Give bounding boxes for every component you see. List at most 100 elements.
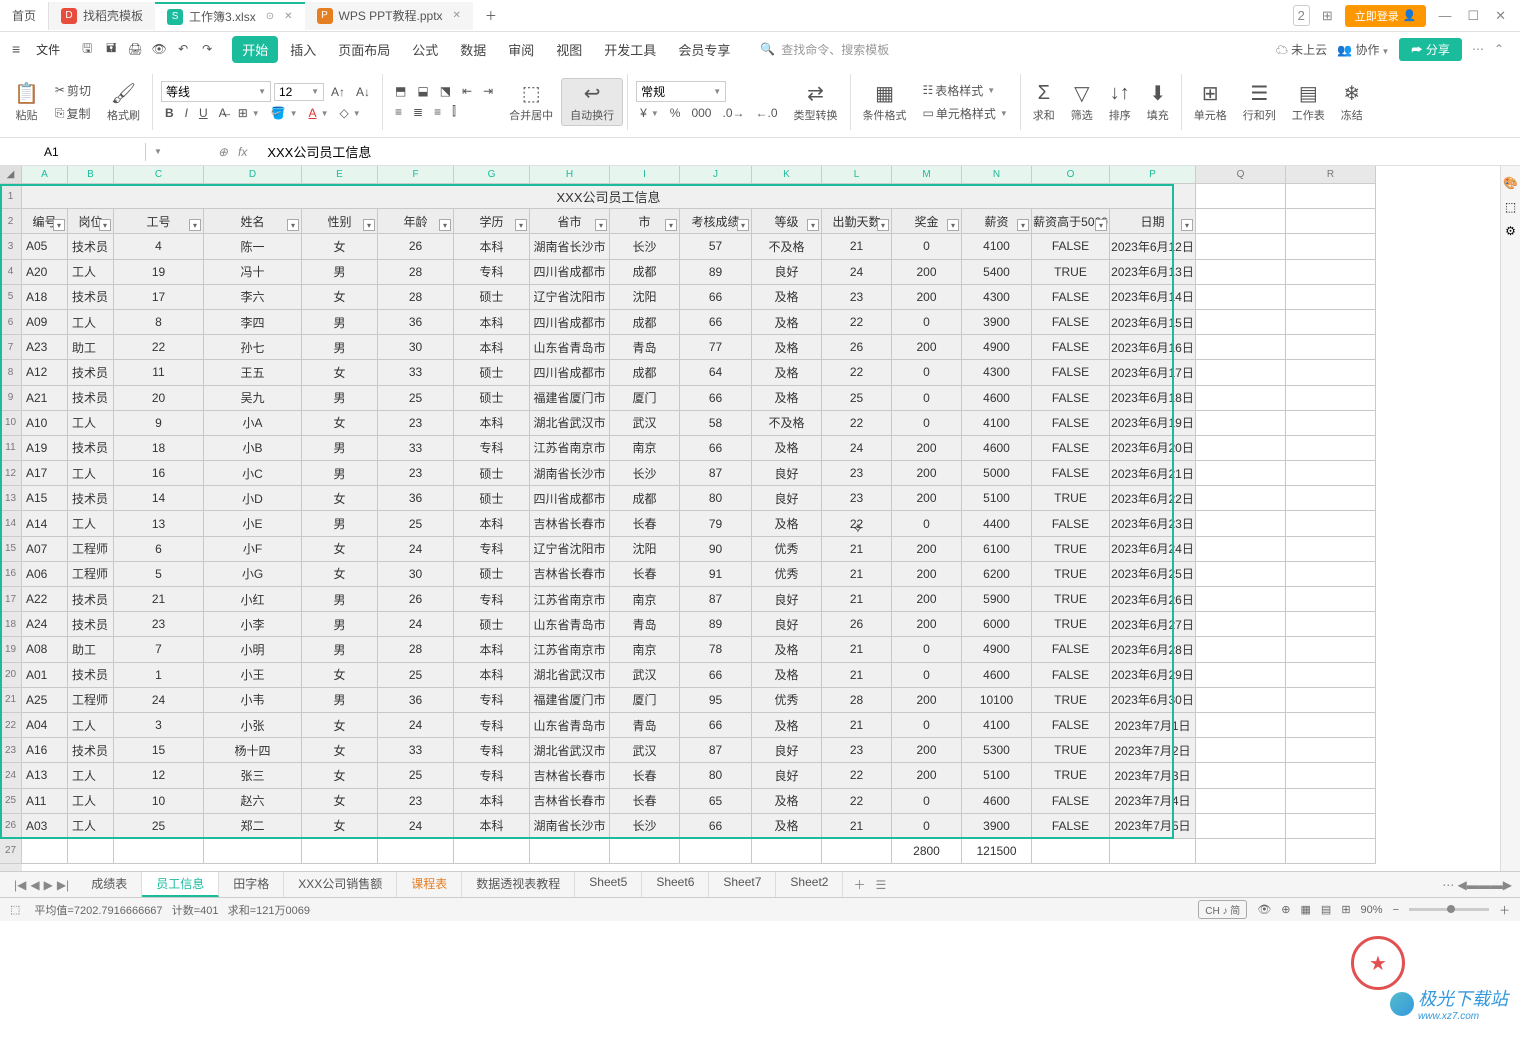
data-cell[interactable]: 专科 xyxy=(454,688,530,713)
data-cell[interactable]: 江苏省南京市 xyxy=(530,637,610,662)
data-cell[interactable]: 2023年6月23日 xyxy=(1110,511,1196,536)
header-cell[interactable]: 姓名▾ xyxy=(204,209,302,234)
maximize-icon[interactable]: ☐ xyxy=(1463,6,1483,26)
menu-tab-5[interactable]: 审阅 xyxy=(498,36,544,63)
data-cell[interactable]: 技术员 xyxy=(68,663,114,688)
empty-cell[interactable] xyxy=(1196,763,1286,788)
data-cell[interactable]: 工人 xyxy=(68,713,114,738)
data-cell[interactable]: 男 xyxy=(302,587,378,612)
close-window-icon[interactable]: ✕ xyxy=(1491,6,1510,26)
data-cell[interactable]: 小C xyxy=(204,461,302,486)
data-cell[interactable]: 男 xyxy=(302,436,378,461)
data-cell[interactable]: 89 xyxy=(680,612,752,637)
data-cell[interactable]: 87 xyxy=(680,461,752,486)
data-cell[interactable]: 30 xyxy=(378,335,454,360)
header-cell[interactable]: 市▾ xyxy=(610,209,680,234)
data-cell[interactable]: 25 xyxy=(114,814,204,839)
paste-button[interactable]: 📋粘贴 xyxy=(6,79,47,125)
data-cell[interactable]: 良好 xyxy=(752,738,822,763)
data-cell[interactable]: A05 xyxy=(22,234,68,259)
sheet-last-icon[interactable]: ▶| xyxy=(57,878,69,892)
data-cell[interactable]: A16 xyxy=(22,738,68,763)
col-header-Q[interactable]: Q xyxy=(1196,166,1286,184)
data-cell[interactable]: 6200 xyxy=(962,562,1032,587)
freeze-button[interactable]: ❄冻结 xyxy=(1333,79,1371,125)
preview-icon[interactable]: 👁 xyxy=(150,40,168,58)
data-cell[interactable]: 女 xyxy=(302,713,378,738)
data-cell[interactable]: TRUE xyxy=(1032,688,1110,713)
row-header-4[interactable]: 4 xyxy=(0,260,22,285)
data-cell[interactable]: 2023年6月15日 xyxy=(1110,310,1196,335)
data-cell[interactable]: 2023年6月20日 xyxy=(1110,436,1196,461)
data-cell[interactable]: 200 xyxy=(892,537,962,562)
tab-ppt[interactable]: P WPS PPT教程.pptx ✕ xyxy=(305,2,473,30)
data-cell[interactable]: 200 xyxy=(892,486,962,511)
data-cell[interactable]: 成都 xyxy=(610,310,680,335)
data-cell[interactable]: 200 xyxy=(892,587,962,612)
data-cell[interactable]: 及格 xyxy=(752,713,822,738)
row-header-22[interactable]: 22 xyxy=(0,713,22,738)
data-cell[interactable]: 95 xyxy=(680,688,752,713)
data-cell[interactable]: FALSE xyxy=(1032,335,1110,360)
data-cell[interactable]: 专科 xyxy=(454,436,530,461)
data-cell[interactable]: 2023年6月12日 xyxy=(1110,234,1196,259)
view-normal-icon[interactable]: ▦ xyxy=(1301,903,1311,916)
data-cell[interactable]: 87 xyxy=(680,587,752,612)
data-cell[interactable]: 工人 xyxy=(68,461,114,486)
underline-button[interactable]: U xyxy=(195,104,212,122)
data-cell[interactable]: 成都 xyxy=(610,260,680,285)
data-cell[interactable]: 江苏省南京市 xyxy=(530,587,610,612)
increase-decimal-icon[interactable]: .0→ xyxy=(718,104,748,122)
data-cell[interactable]: 10100 xyxy=(962,688,1032,713)
data-cell[interactable]: 湖南省长沙市 xyxy=(530,814,610,839)
data-cell[interactable]: 3900 xyxy=(962,814,1032,839)
data-cell[interactable]: 200 xyxy=(892,285,962,310)
data-cell[interactable]: 2023年6月13日 xyxy=(1110,260,1196,285)
data-cell[interactable]: 硕士 xyxy=(454,612,530,637)
col-header-G[interactable]: G xyxy=(454,166,530,184)
data-cell[interactable]: 张三 xyxy=(204,763,302,788)
empty-cell[interactable] xyxy=(1196,386,1286,411)
empty-cell[interactable] xyxy=(1286,285,1376,310)
data-cell[interactable]: FALSE xyxy=(1032,713,1110,738)
data-cell[interactable]: 64 xyxy=(680,360,752,385)
data-cell[interactable]: 23 xyxy=(822,486,892,511)
row-header-17[interactable]: 17 xyxy=(0,587,22,612)
empty-cell[interactable] xyxy=(1196,688,1286,713)
data-cell[interactable]: 湖南省长沙市 xyxy=(530,461,610,486)
row-header-12[interactable]: 12 xyxy=(0,461,22,486)
data-cell[interactable]: 28 xyxy=(378,637,454,662)
filter-arrow-icon[interactable]: ▾ xyxy=(99,219,111,231)
data-cell[interactable]: 4300 xyxy=(962,285,1032,310)
data-cell[interactable]: 硕士 xyxy=(454,486,530,511)
empty-cell[interactable] xyxy=(1196,310,1286,335)
data-cell[interactable]: 长春 xyxy=(610,763,680,788)
data-cell[interactable]: 技术员 xyxy=(68,486,114,511)
empty-cell[interactable] xyxy=(1286,713,1376,738)
data-cell[interactable]: 长沙 xyxy=(610,461,680,486)
data-cell[interactable]: 及格 xyxy=(752,285,822,310)
data-cell[interactable]: 技术员 xyxy=(68,587,114,612)
pin-icon[interactable]: ⊙ xyxy=(266,11,274,22)
data-cell[interactable]: A13 xyxy=(22,763,68,788)
row-header-6[interactable]: 6 xyxy=(0,310,22,335)
data-cell[interactable]: 小G xyxy=(204,562,302,587)
data-cell[interactable]: 0 xyxy=(892,814,962,839)
col-header-B[interactable]: B xyxy=(68,166,114,184)
row-header-23[interactable]: 23 xyxy=(0,738,22,763)
data-cell[interactable]: 2023年6月25日 xyxy=(1110,562,1196,587)
data-cell[interactable]: 湖北省武汉市 xyxy=(530,738,610,763)
data-cell[interactable]: 小E xyxy=(204,511,302,536)
empty-cell[interactable] xyxy=(1196,537,1286,562)
data-cell[interactable]: 5100 xyxy=(962,486,1032,511)
data-cell[interactable]: 武汉 xyxy=(610,663,680,688)
badge-icon[interactable]: 2 xyxy=(1293,5,1310,26)
data-cell[interactable]: 2023年7月5日 xyxy=(1110,814,1196,839)
data-cell[interactable]: 2023年6月22日 xyxy=(1110,486,1196,511)
col-header-N[interactable]: N xyxy=(962,166,1032,184)
data-cell[interactable]: 22 xyxy=(822,763,892,788)
save-as-icon[interactable]: 🖬 xyxy=(102,40,120,58)
data-cell[interactable]: 200 xyxy=(892,436,962,461)
data-cell[interactable]: 长春 xyxy=(610,511,680,536)
bold-button[interactable]: B xyxy=(161,104,178,122)
